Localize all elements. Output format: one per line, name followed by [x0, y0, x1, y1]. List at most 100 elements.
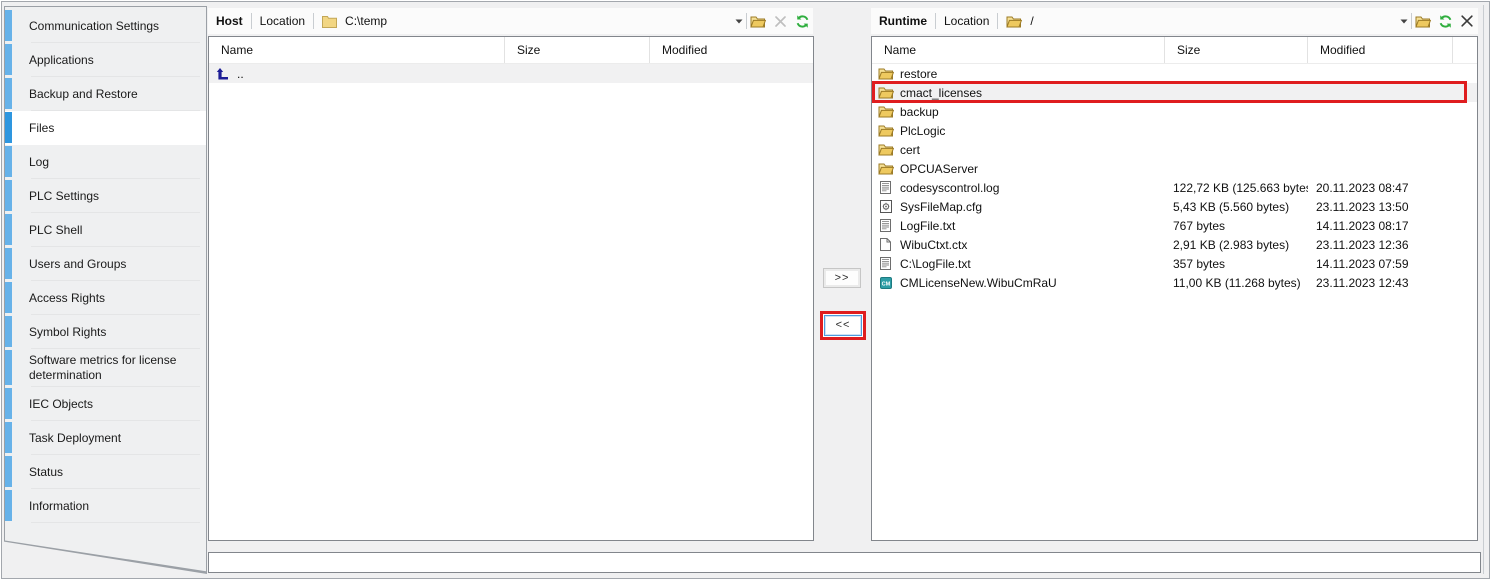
folder-icon [877, 104, 894, 119]
host-new-folder-button[interactable] [748, 11, 768, 31]
tab-accent-bar [5, 350, 12, 385]
host-rows: .. [209, 64, 813, 83]
toolbar-divider [997, 13, 998, 29]
sidebar-item-label: PLC Shell [29, 219, 82, 242]
folder-icon [877, 85, 894, 100]
tab-accent-bar [5, 422, 12, 453]
file-row[interactable]: SysFileMap.cfg5,43 KB (5.560 bytes)23.11… [872, 197, 1477, 216]
closed-folder-icon [322, 15, 337, 28]
file-name: backup [900, 105, 939, 119]
sidebar-item-software-metrics-for-license-determination[interactable]: Software metrics for license determinati… [5, 349, 206, 387]
column-header-modified[interactable]: Modified [650, 37, 813, 63]
host-list-header: Name Size Modified [209, 37, 813, 64]
file-row[interactable]: LogFile.txt767 bytes14.11.2023 08:17 [872, 216, 1477, 235]
tab-accent-bar [5, 282, 12, 313]
sidebar-item-label: IEC Objects [29, 393, 93, 416]
open-folder-icon [1006, 15, 1022, 28]
sidebar-item-log[interactable]: Log [5, 145, 206, 179]
sidebar-item-symbol-rights[interactable]: Symbol Rights [5, 315, 206, 349]
sidebar-item-label: Access Rights [29, 287, 105, 310]
file-row[interactable]: codesyscontrol.log122,72 KB (125.663 byt… [872, 178, 1477, 197]
sidebar-item-information[interactable]: Information [5, 489, 206, 523]
column-header-name[interactable]: Name [872, 37, 1165, 63]
sidebar-item-label: Software metrics for license determinati… [29, 349, 198, 387]
file-modified: 20.11.2023 08:47 [1308, 181, 1453, 195]
file-cm-icon: CM [877, 275, 894, 290]
file-name: CMLicenseNew.WibuCmRaU [900, 276, 1057, 290]
column-header-size[interactable]: Size [1165, 37, 1308, 63]
runtime-new-folder-button[interactable] [1413, 11, 1433, 31]
host-toolbar: Host Location C:\temp [208, 8, 813, 34]
tab-accent-bar [5, 316, 12, 347]
runtime-refresh-button[interactable] [1435, 11, 1455, 31]
sidebar-item-label: Users and Groups [29, 253, 126, 276]
tab-accent-bar [5, 78, 12, 109]
file-row[interactable]: C:\LogFile.txt357 bytes14.11.2023 07:59 [872, 254, 1477, 273]
runtime-path-combobox[interactable]: / [1024, 14, 1397, 28]
sidebar-item-users-and-groups[interactable]: Users and Groups [5, 247, 206, 281]
chevron-down-icon[interactable] [732, 19, 746, 24]
sidebar-item-label: Files [29, 117, 54, 140]
sidebar-surface: Communication Settings Applications Backup… [5, 7, 206, 573]
file-name: restore [900, 67, 937, 81]
sidebar-item-iec-objects[interactable]: IEC Objects [5, 387, 206, 421]
runtime-location-label: Location [936, 14, 997, 28]
host-path-combobox[interactable]: C:\temp [339, 14, 732, 28]
file-modified: 14.11.2023 08:17 [1308, 219, 1453, 233]
sidebar-item-label: Applications [29, 49, 94, 72]
copy-to-runtime-button[interactable]: >> [823, 268, 861, 288]
file-size: 2,91 KB (2.983 bytes) [1165, 238, 1308, 252]
file-name: .. [237, 67, 244, 81]
sidebar-item-access-rights[interactable]: Access Rights [5, 281, 206, 315]
file-name: WibuCtxt.ctx [900, 238, 967, 252]
file-row[interactable]: backup [872, 102, 1477, 121]
file-name: LogFile.txt [900, 219, 955, 233]
runtime-panel-title: Runtime [871, 14, 935, 28]
sidebar-item-files[interactable]: Files [5, 111, 206, 145]
runtime-file-list: Name Size Modified restore cmact_licenses… [871, 36, 1478, 541]
file-modified: 23.11.2023 12:43 [1308, 276, 1453, 290]
column-header-size[interactable]: Size [505, 37, 650, 63]
folder-icon [877, 142, 894, 157]
host-location-label: Location [252, 14, 313, 28]
sidebar-item-label: Log [29, 151, 49, 174]
host-file-list: Name Size Modified .. [208, 36, 814, 541]
file-text-icon [877, 180, 894, 195]
host-refresh-button[interactable] [792, 11, 812, 31]
file-row[interactable]: restore [872, 64, 1477, 83]
runtime-delete-button[interactable] [1457, 11, 1477, 31]
tab-accent-bar [5, 388, 12, 419]
sidebar-item-label: Status [29, 461, 63, 484]
copy-to-host-button[interactable]: << [824, 315, 862, 336]
sidebar-item-applications[interactable]: Applications [5, 43, 206, 77]
host-delete-button[interactable] [770, 11, 790, 31]
file-name: OPCUAServer [900, 162, 978, 176]
file-row[interactable]: PlcLogic [872, 121, 1477, 140]
file-row[interactable]: OPCUAServer [872, 159, 1477, 178]
file-name: C:\LogFile.txt [900, 257, 971, 271]
column-header-name[interactable]: Name [209, 37, 505, 63]
sidebar-item-label: Symbol Rights [29, 321, 106, 344]
sidebar-item-plc-settings[interactable]: PLC Settings [5, 179, 206, 213]
file-size: 11,00 KB (11.268 bytes) [1165, 276, 1308, 290]
sidebar-item-status[interactable]: Status [5, 455, 206, 489]
file-row[interactable]: cert [872, 140, 1477, 159]
sidebar-item-task-deployment[interactable]: Task Deployment [5, 421, 206, 455]
toolbar-divider [1411, 13, 1412, 29]
sidebar-item-plc-shell[interactable]: PLC Shell [5, 213, 206, 247]
file-name: codesyscontrol.log [900, 181, 999, 195]
sidebar-item-communication-settings[interactable]: Communication Settings [5, 9, 206, 43]
status-message-box [208, 552, 1481, 573]
file-row[interactable]: .. [209, 64, 813, 83]
runtime-rows: restore cmact_licensesbackup PlcLogiccert O… [872, 64, 1477, 292]
column-header-modified[interactable]: Modified [1308, 37, 1453, 63]
file-row[interactable]: cmact_licenses [872, 83, 1477, 102]
chevron-down-icon[interactable] [1397, 19, 1411, 24]
tab-accent-bar [5, 248, 12, 279]
runtime-toolbar: Runtime Location / [871, 8, 1478, 34]
sidebar-item-backup-and-restore[interactable]: Backup and Restore [5, 77, 206, 111]
file-row[interactable]: WibuCtxt.ctx2,91 KB (2.983 bytes)23.11.2… [872, 235, 1477, 254]
file-row[interactable]: CM CMLicenseNew.WibuCmRaU 11,00 KB (11.268… [872, 273, 1477, 292]
tab-accent-bar [5, 456, 12, 487]
folder-icon [877, 123, 894, 138]
